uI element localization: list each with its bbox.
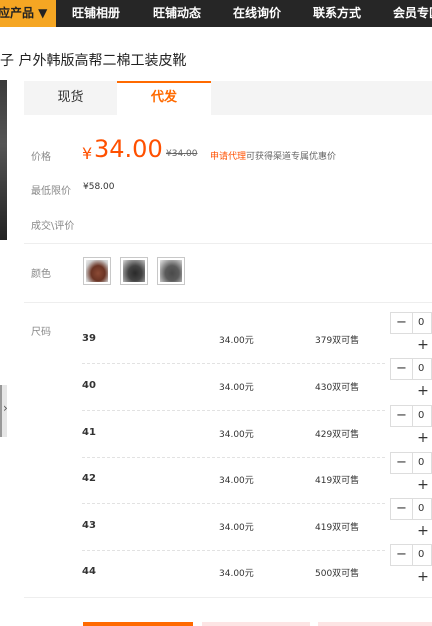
price-currency: ¥ [82,144,93,163]
color-swatch-brown[interactable] [83,257,111,285]
chevron-right-icon: › [3,401,8,415]
size-stock: 419双可售 [315,476,360,486]
decrement-button[interactable]: − [391,453,413,473]
decrement-button[interactable]: − [391,545,413,565]
size-stock: 419双可售 [315,523,360,533]
size-price: 34.00元 [219,430,254,440]
size-price: 34.00元 [219,523,254,533]
row-divider [82,410,385,411]
size-row: 44 34.00元 500双可售 [82,551,432,597]
decrement-button[interactable]: − [391,359,413,379]
size-value: 43 [82,520,96,531]
quantity-input[interactable]: 0 [418,359,424,379]
color-label: 颜色 [31,269,51,280]
size-price: 34.00元 [219,383,254,393]
size-price: 34.00元 [219,336,254,346]
color-swatch-black[interactable] [120,257,148,285]
quantity-stepper: − 0 [390,452,432,474]
size-stock: 500双可售 [315,569,360,579]
nav-item-members[interactable]: 会员专区 [393,0,432,27]
size-value: 41 [82,427,96,438]
nav-item-news[interactable]: 旺铺动态 [153,0,201,27]
buy-now-button[interactable] [83,622,193,626]
product-main-image[interactable] [0,80,7,240]
quantity-stepper: − 0 [390,544,432,566]
size-price: 34.00元 [219,476,254,486]
apply-agent-link[interactable]: 申请代理 [210,152,246,162]
color-swatch-grey[interactable] [157,257,185,285]
row-divider [82,363,385,364]
quantity-stepper: − 0 [390,312,432,334]
increment-button[interactable]: + [415,523,431,539]
top-nav: 应产品 ▼ 旺铺相册 旺铺动态 在线询价 联系方式 会员专区 [0,0,432,27]
size-row: 41 34.00元 429双可售 [82,412,432,458]
divider [24,597,432,598]
price-label: 价格 [31,152,51,163]
size-row: 39 34.00元 379双可售 [82,318,432,364]
product-title: 子 户外韩版高帮二棉工装皮靴 [0,53,187,69]
increment-button[interactable]: + [415,477,431,493]
size-row: 42 34.00元 419双可售 [82,458,432,504]
size-row: 43 34.00元 419双可售 [82,505,432,551]
tab-in-stock[interactable]: 现货 [24,81,117,115]
thumbnail-next-button[interactable]: › [0,385,8,437]
purchase-mode-tabs: 现货 代发 [24,81,432,115]
nav-item-inquiry[interactable]: 在线询价 [233,0,281,27]
original-price: ¥34.00 [166,149,198,159]
size-value: 42 [82,473,96,484]
increment-button[interactable]: + [415,569,431,585]
quantity-stepper: − 0 [390,405,432,427]
min-price-value: ¥58.00 [83,182,115,192]
size-value: 44 [82,566,96,577]
quantity-input[interactable]: 0 [418,453,424,473]
nav-item-products[interactable]: 应产品 ▼ [0,0,56,27]
promo-text: 可获得渠道专属优惠价 [246,152,337,162]
tab-dropship[interactable]: 代发 [117,81,211,115]
nav-item-album[interactable]: 旺铺相册 [72,0,120,27]
decrement-button[interactable]: − [391,313,413,333]
divider [24,243,432,244]
price-value: 34.00 [94,135,163,163]
size-row: 40 34.00元 430双可售 [82,365,432,411]
size-value: 40 [82,380,96,391]
decrement-button[interactable]: − [391,499,413,519]
decrement-button[interactable]: − [391,406,413,426]
min-price-label: 最低限价 [31,186,71,197]
size-price: 34.00元 [219,569,254,579]
deals-reviews-label: 成交\评价 [31,221,75,232]
quantity-input[interactable]: 0 [418,545,424,565]
divider [24,302,432,303]
quantity-input[interactable]: 0 [418,499,424,519]
size-stock: 379双可售 [315,336,360,346]
increment-button[interactable]: + [415,337,431,353]
nav-item-contact[interactable]: 联系方式 [313,0,361,27]
increment-button[interactable]: + [415,383,431,399]
quantity-stepper: − 0 [390,358,432,380]
increment-button[interactable]: + [415,430,431,446]
row-divider [82,503,385,504]
agent-promo: 申请代理可获得渠道专属优惠价 [210,149,336,162]
size-label: 尺码 [31,327,51,338]
quantity-input[interactable]: 0 [418,313,424,333]
quantity-input[interactable]: 0 [418,406,424,426]
size-stock: 430双可售 [315,383,360,393]
add-to-list-button[interactable] [318,622,432,626]
add-to-cart-button[interactable] [202,622,310,626]
size-value: 39 [82,333,96,344]
size-stock: 429双可售 [315,430,360,440]
quantity-stepper: − 0 [390,498,432,520]
